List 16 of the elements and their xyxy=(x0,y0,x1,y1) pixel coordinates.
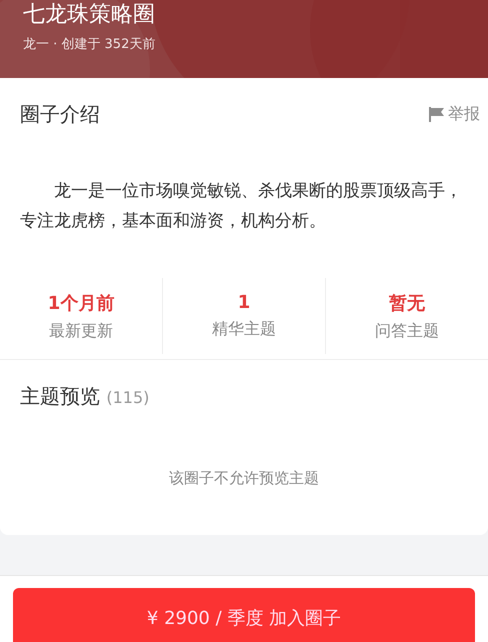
creator-info: 龙一 · 创建于 352天前 xyxy=(22,36,156,53)
stat-label: 最新更新 xyxy=(49,320,113,342)
stat-value: 1 xyxy=(238,292,250,313)
topic-count: (115) xyxy=(106,388,150,406)
stat-value: 暂无 xyxy=(389,292,425,314)
join-button[interactable]: ¥ 2900 / 季度 加入圈子 xyxy=(13,588,475,642)
description: 龙一是一位市场嗅觉敏锐、杀伐果断的股票顶级高手，专注龙虎榜，基本面和游资，机构分析。 xyxy=(19,180,463,233)
empty-message: 该圈子不允许预览主题 xyxy=(168,469,320,488)
section-title: 圈子介绍 xyxy=(20,100,100,128)
stat-label: 精华主题 xyxy=(212,319,276,340)
report-button[interactable]: 举报 xyxy=(427,104,480,124)
circle-title: 七龙珠策略圈 xyxy=(22,1,156,29)
section-title: 主题预览 xyxy=(20,384,100,408)
flag-icon xyxy=(427,105,445,123)
stat-label: 问答主题 xyxy=(375,320,439,342)
stat-value: 1个月前 xyxy=(48,292,114,314)
